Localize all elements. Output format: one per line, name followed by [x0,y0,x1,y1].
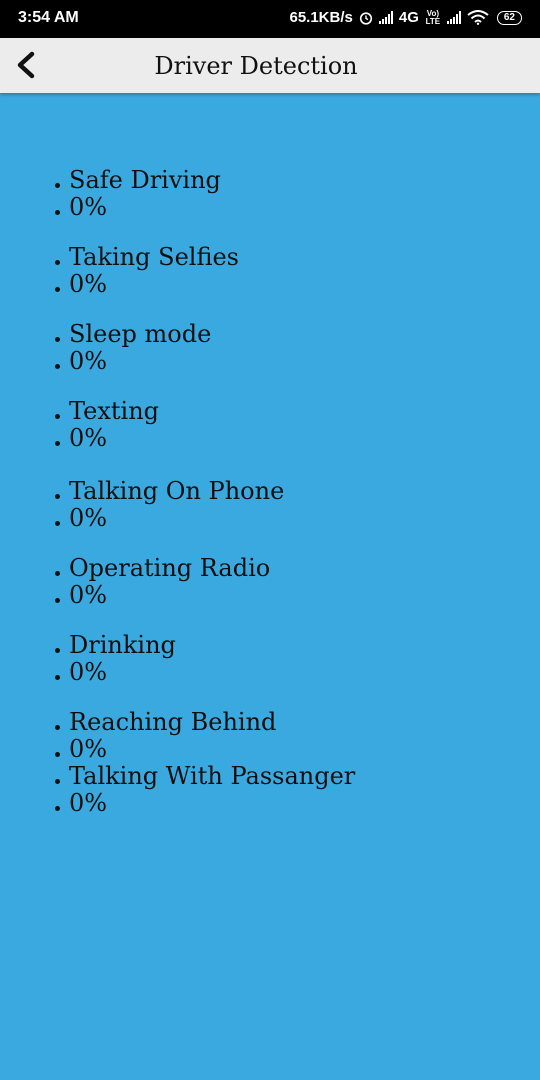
status-time: 3:54 AM [18,9,79,26]
result-label: Reaching Behind [53,709,355,736]
result-talking-on-phone: Talking On Phone 0% [53,478,355,532]
result-texting: Texting 0% [53,398,355,452]
result-value: 0% [53,790,355,817]
wifi-icon [467,10,489,25]
signal-icon [378,11,393,24]
result-label: Talking On Phone [53,478,355,505]
result-value: 0% [53,659,355,686]
result-operating-radio: Operating Radio 0% [53,555,355,609]
result-talking-with-passanger: Talking With Passanger 0% [53,763,355,817]
result-label: Taking Selfies [53,244,355,271]
result-label: Texting [53,398,355,425]
result-label: Safe Driving [53,167,355,194]
status-bar: 3:54 AM 65.1KB/s 4G Vo) LTE 62 [0,0,540,38]
volte-badge: Vo) LTE [425,8,441,26]
result-label: Operating Radio [53,555,355,582]
result-value: 0% [53,194,355,221]
result-drinking: Drinking 0% [53,632,355,686]
result-value: 0% [53,582,355,609]
result-label: Drinking [53,632,355,659]
result-value: 0% [53,736,355,763]
result-value: 0% [53,271,355,298]
result-label: Sleep mode [53,321,355,348]
result-value: 0% [53,348,355,375]
status-indicators: 65.1KB/s 4G Vo) LTE 62 [289,9,522,26]
battery-icon: 62 [496,10,522,25]
network-type: 4G [398,9,419,26]
result-taking-selfies: Taking Selfies 0% [53,244,355,298]
app-bar: Driver Detection [0,38,540,93]
signal-icon-2 [446,11,461,24]
result-safe-driving: Safe Driving 0% [53,167,355,221]
result-value: 0% [53,425,355,452]
alarm-icon [359,11,372,25]
result-sleep-mode: Sleep mode 0% [53,321,355,375]
result-reaching-behind: Reaching Behind 0% [53,709,355,763]
network-speed: 65.1KB/s [289,9,353,26]
page-title: Driver Detection [154,52,358,80]
result-label: Talking With Passanger [53,763,355,790]
detection-results: Safe Driving 0% Taking Selfies 0% Sleep … [53,167,355,840]
result-value: 0% [53,505,355,532]
